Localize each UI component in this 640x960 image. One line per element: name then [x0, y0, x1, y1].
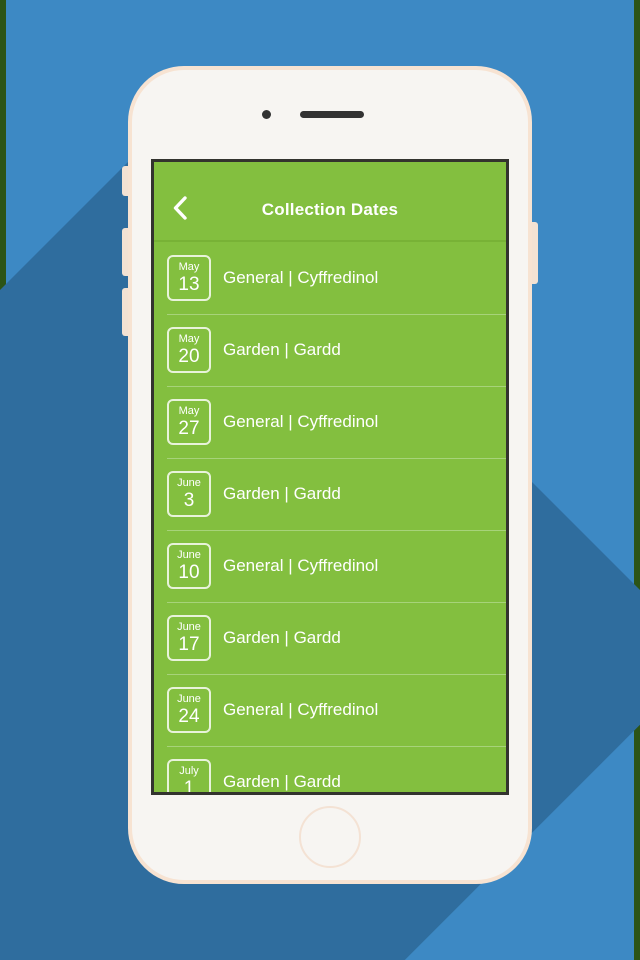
collection-date-row[interactable]: May 13 General | Cyffredinol	[154, 242, 506, 314]
date-badge: July 1	[167, 759, 211, 792]
date-badge: June 3	[167, 471, 211, 517]
collection-type-label: General | Cyffredinol	[223, 700, 379, 719]
collection-dates-list: May 13 General | Cyffredinol May 20 Garden | …	[154, 242, 506, 792]
date-badge-day: 17	[178, 634, 200, 655]
collection-date-row[interactable]: June 10 General | Cyffredinol	[154, 530, 506, 602]
date-badge-day: 3	[183, 490, 195, 511]
collection-type-label: General | Cyffredinol	[223, 556, 379, 575]
date-badge-day: 24	[178, 706, 200, 727]
collection-type-label: Garden | Gardd	[223, 628, 341, 647]
date-badge-month: June	[177, 693, 201, 705]
collection-type-label: Garden | Gardd	[223, 340, 341, 359]
earpiece-speaker-icon	[300, 111, 364, 118]
collection-date-row[interactable]: June 24 General | Cyffredinol	[154, 674, 506, 746]
front-camera-icon	[262, 110, 271, 119]
collection-type-label: General | Cyffredinol	[223, 268, 379, 287]
collection-type-label: Garden | Gardd	[223, 484, 341, 503]
date-badge-day: 27	[178, 418, 200, 439]
date-badge: May 20	[167, 327, 211, 373]
phone-screen: Collection Dates May 13 General | Cyffredi…	[151, 159, 509, 795]
collection-date-row[interactable]: June 3 Garden | Gardd	[154, 458, 506, 530]
collection-type-label: Garden | Gardd	[223, 772, 341, 791]
date-badge-day: 10	[178, 562, 200, 583]
date-badge-month: May	[178, 333, 200, 345]
date-badge: May 27	[167, 399, 211, 445]
date-badge-month: June	[177, 621, 201, 633]
collection-date-row[interactable]: July 1 Garden | Gardd	[154, 746, 506, 792]
date-badge-day: 1	[183, 778, 195, 792]
date-badge: June 10	[167, 543, 211, 589]
date-badge-day: 13	[178, 274, 200, 295]
home-button[interactable]	[299, 806, 361, 868]
page-title: Collection Dates	[261, 200, 399, 219]
date-badge-day: 20	[178, 346, 200, 367]
date-badge-month: July	[179, 765, 199, 777]
screenshot-canvas: Collection Dates May 13 General | Cyffredi…	[0, 0, 640, 960]
app-viewport: Collection Dates May 13 General | Cyffredi…	[154, 162, 506, 792]
date-badge-month: May	[178, 405, 200, 417]
collection-date-row[interactable]: May 20 Garden | Gardd	[154, 314, 506, 386]
date-badge: May 13	[167, 255, 211, 301]
collection-date-row[interactable]: June 17 Garden | Gardd	[154, 602, 506, 674]
collection-type-label: General | Cyffredinol	[223, 412, 379, 431]
right-edge-strip	[634, 0, 640, 960]
app-navbar: Collection Dates	[154, 162, 506, 242]
collection-date-row[interactable]: May 27 General | Cyffredinol	[154, 386, 506, 458]
date-badge-month: June	[177, 477, 201, 489]
date-badge-month: May	[178, 261, 200, 273]
date-badge-month: June	[177, 549, 201, 561]
date-badge: June 17	[167, 615, 211, 661]
date-badge: June 24	[167, 687, 211, 733]
